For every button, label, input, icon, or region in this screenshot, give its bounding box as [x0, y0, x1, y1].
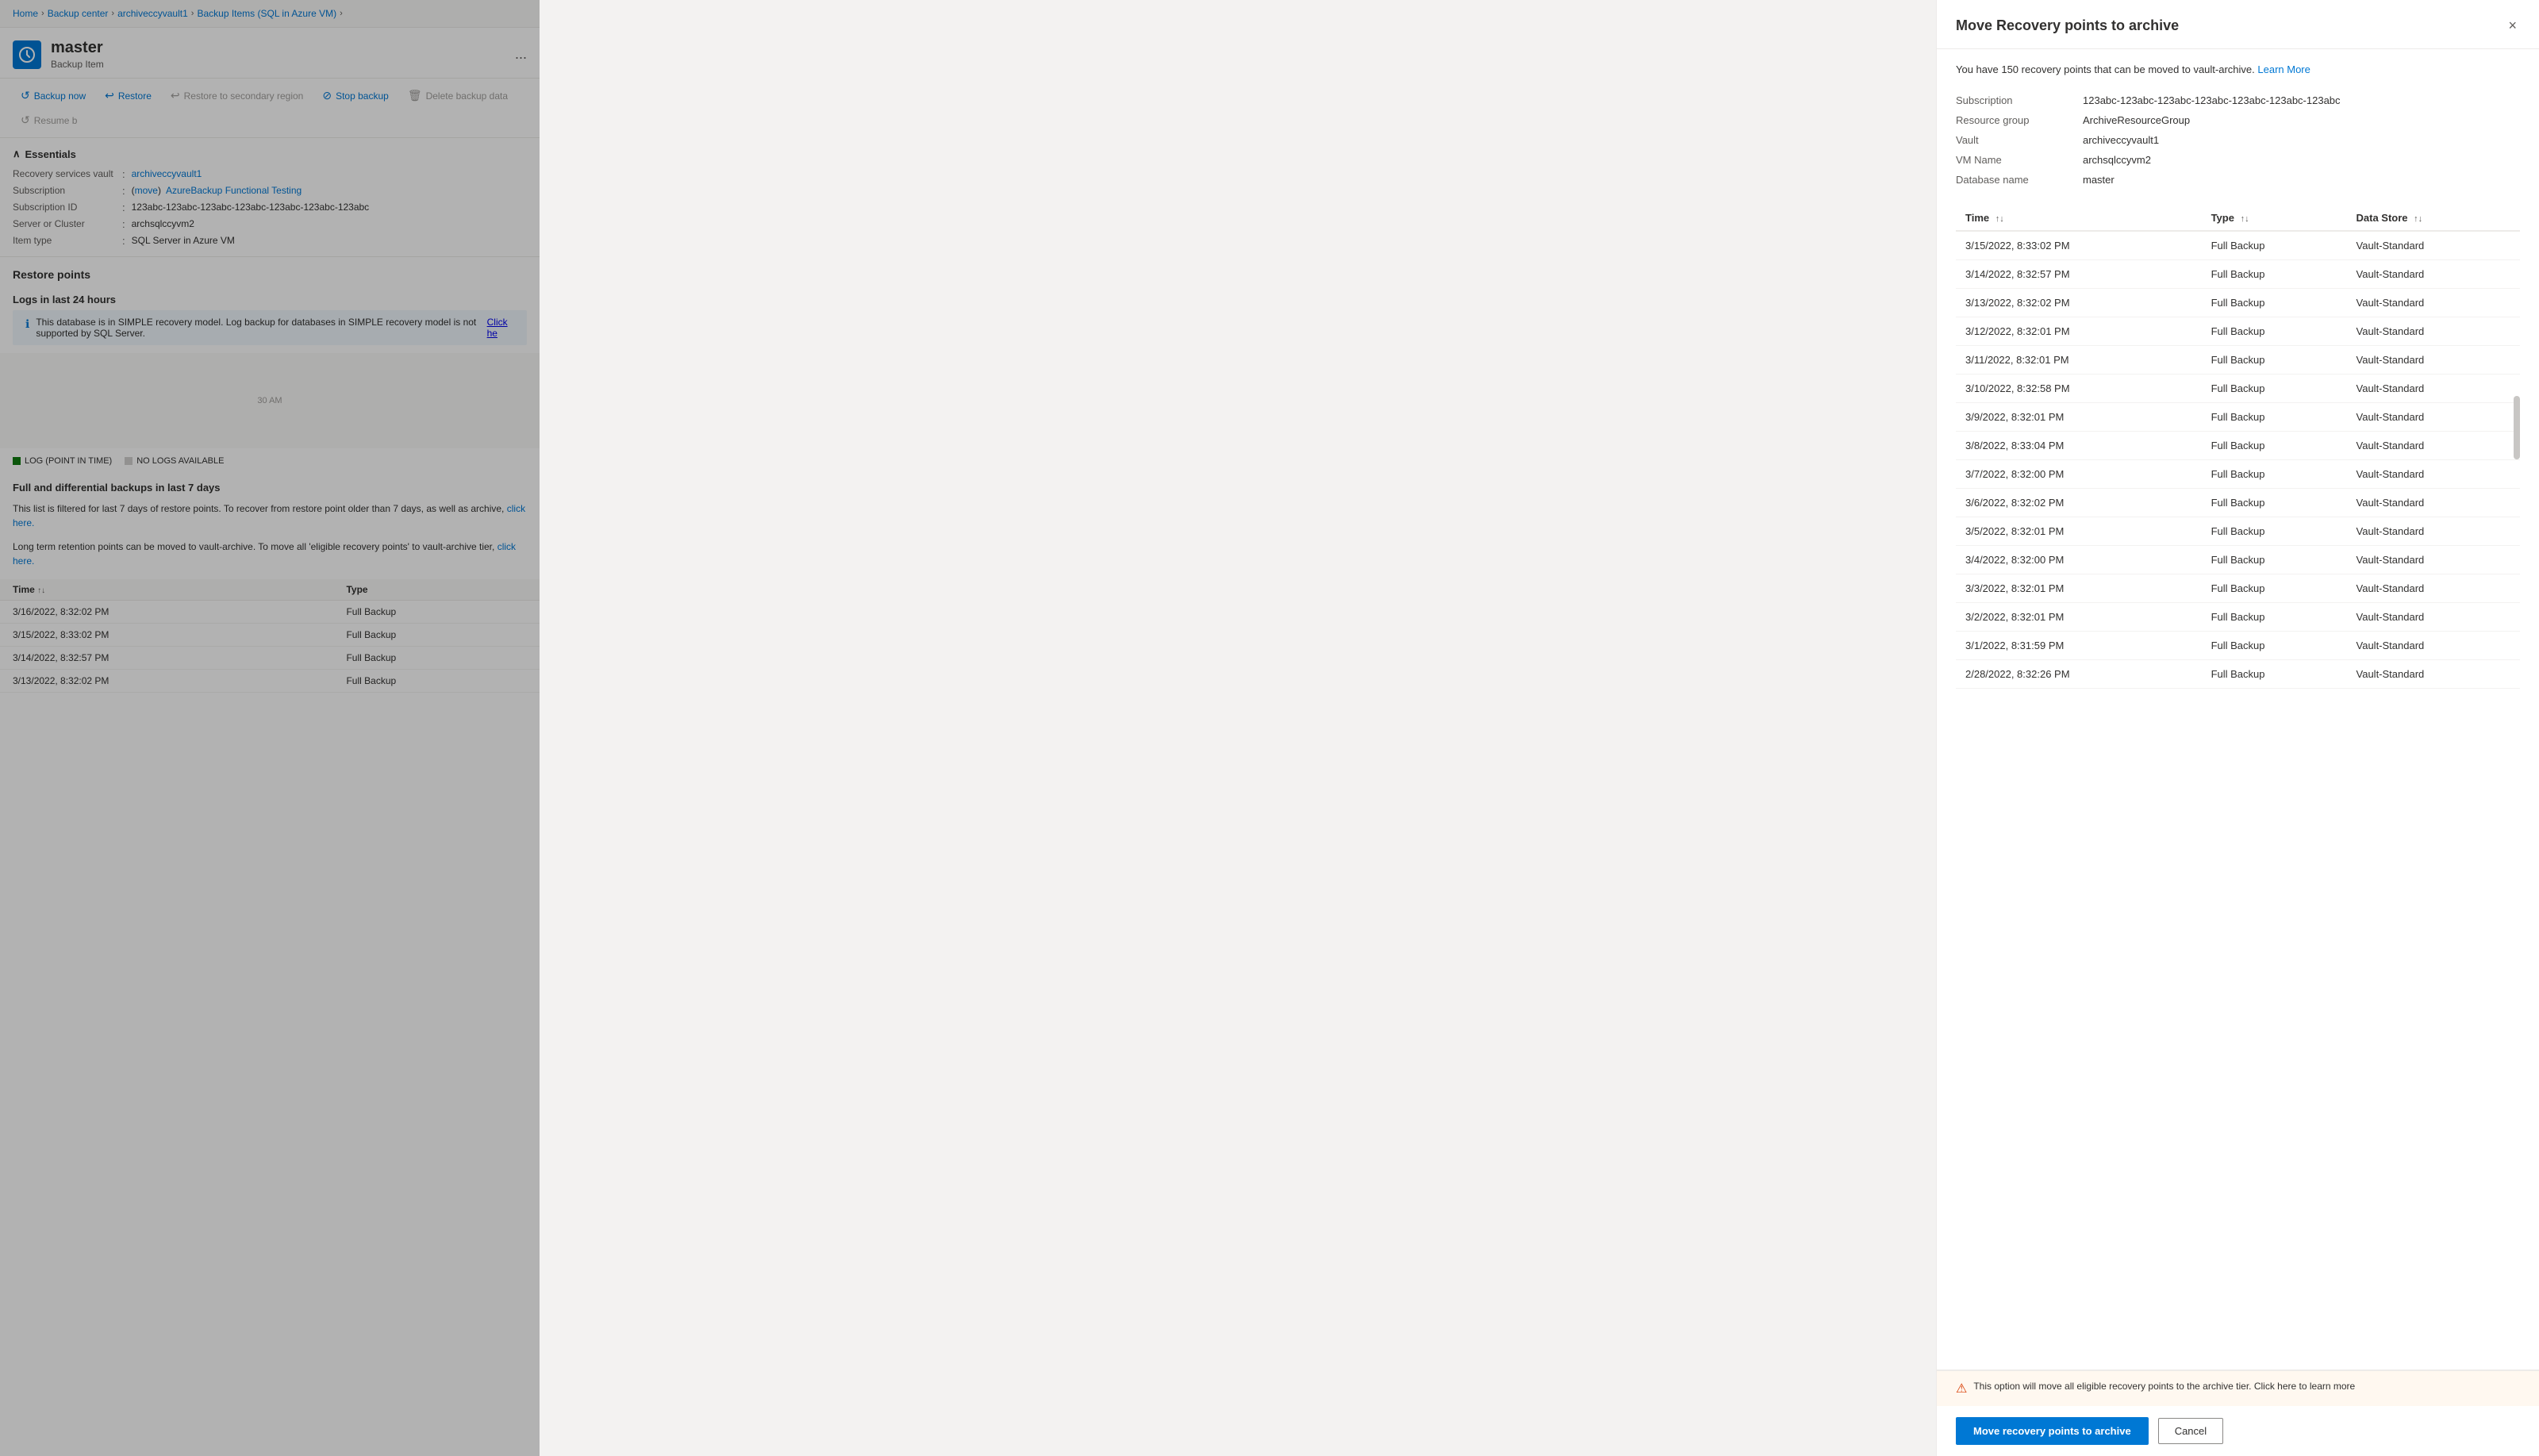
- modal-type-cell: Full Backup: [2202, 631, 2347, 659]
- modal-time-cell: 3/5/2022, 8:32:01 PM: [1956, 517, 2202, 545]
- scroll-indicator[interactable]: [2514, 396, 2520, 459]
- modal-time-cell: 3/8/2022, 8:33:04 PM: [1956, 431, 2202, 459]
- table-row: 3/12/2022, 8:32:01 PM Full Backup Vault-…: [1956, 317, 2520, 345]
- time-sort-arrows[interactable]: ↑↓: [1995, 214, 2004, 224]
- modal-description: You have 150 recovery points that can be…: [1956, 62, 2520, 78]
- modal-store-cell: Vault-Standard: [2347, 602, 2520, 631]
- table-row: 3/15/2022, 8:33:02 PM Full Backup Vault-…: [1956, 231, 2520, 260]
- modal-type-cell: Full Backup: [2202, 431, 2347, 459]
- modal-type-cell: Full Backup: [2202, 402, 2347, 431]
- modal-store-cell: Vault-Standard: [2347, 259, 2520, 288]
- info-row-vault: Vault archiveccyvault1: [1956, 130, 2520, 150]
- learn-more-link[interactable]: Learn More: [2257, 63, 2310, 75]
- modal-type-cell: Full Backup: [2202, 231, 2347, 260]
- modal-store-cell: Vault-Standard: [2347, 459, 2520, 488]
- modal-table-container: Time ↑↓ Type ↑↓ Data Store ↑↓: [1956, 206, 2520, 689]
- modal-type-cell: Full Backup: [2202, 345, 2347, 374]
- modal-store-cell: Vault-Standard: [2347, 659, 2520, 688]
- modal-time-cell: 3/7/2022, 8:32:00 PM: [1956, 459, 2202, 488]
- modal-type-cell: Full Backup: [2202, 374, 2347, 402]
- modal-info-grid: Subscription 123abc-123abc-123abc-123abc…: [1956, 90, 2520, 190]
- modal-header: Move Recovery points to archive ×: [1937, 0, 2539, 49]
- modal-store-cell: Vault-Standard: [2347, 402, 2520, 431]
- modal-type-cell: Full Backup: [2202, 545, 2347, 574]
- table-row: 2/28/2022, 8:32:26 PM Full Backup Vault-…: [1956, 659, 2520, 688]
- table-row: 3/5/2022, 8:32:01 PM Full Backup Vault-S…: [1956, 517, 2520, 545]
- modal-store-cell: Vault-Standard: [2347, 545, 2520, 574]
- modal-time-cell: 3/1/2022, 8:31:59 PM: [1956, 631, 2202, 659]
- modal-store-cell: Vault-Standard: [2347, 288, 2520, 317]
- modal-panel: Move Recovery points to archive × You ha…: [1936, 0, 2539, 1456]
- modal-store-cell: Vault-Standard: [2347, 631, 2520, 659]
- modal-store-cell: Vault-Standard: [2347, 317, 2520, 345]
- table-row: 3/1/2022, 8:31:59 PM Full Backup Vault-S…: [1956, 631, 2520, 659]
- warning-bar: ⚠ This option will move all eligible rec…: [1937, 1370, 2539, 1406]
- modal-time-cell: 3/12/2022, 8:32:01 PM: [1956, 317, 2202, 345]
- info-row-subscription: Subscription 123abc-123abc-123abc-123abc…: [1956, 90, 2520, 110]
- modal-time-cell: 3/13/2022, 8:32:02 PM: [1956, 288, 2202, 317]
- modal-table-body: 3/15/2022, 8:33:02 PM Full Backup Vault-…: [1956, 231, 2520, 689]
- table-row: 3/3/2022, 8:32:01 PM Full Backup Vault-S…: [1956, 574, 2520, 602]
- table-row: 3/13/2022, 8:32:02 PM Full Backup Vault-…: [1956, 288, 2520, 317]
- modal-type-cell: Full Backup: [2202, 459, 2347, 488]
- table-row: 3/4/2022, 8:32:00 PM Full Backup Vault-S…: [1956, 545, 2520, 574]
- table-row: 3/10/2022, 8:32:58 PM Full Backup Vault-…: [1956, 374, 2520, 402]
- modal-time-cell: 3/3/2022, 8:32:01 PM: [1956, 574, 2202, 602]
- warning-icon: ⚠: [1956, 1381, 1967, 1396]
- modal-time-cell: 3/4/2022, 8:32:00 PM: [1956, 545, 2202, 574]
- modal-type-cell: Full Backup: [2202, 574, 2347, 602]
- type-sort-arrows[interactable]: ↑↓: [2241, 214, 2249, 224]
- modal-time-cell: 2/28/2022, 8:32:26 PM: [1956, 659, 2202, 688]
- modal-time-cell: 3/14/2022, 8:32:57 PM: [1956, 259, 2202, 288]
- modal-type-cell: Full Backup: [2202, 659, 2347, 688]
- modal-store-cell: Vault-Standard: [2347, 517, 2520, 545]
- modal-store-cell: Vault-Standard: [2347, 374, 2520, 402]
- modal-store-cell: Vault-Standard: [2347, 431, 2520, 459]
- table-row: 3/7/2022, 8:32:00 PM Full Backup Vault-S…: [1956, 459, 2520, 488]
- info-row-rg: Resource group ArchiveResourceGroup: [1956, 110, 2520, 130]
- modal-time-cell: 3/11/2022, 8:32:01 PM: [1956, 345, 2202, 374]
- modal-type-cell: Full Backup: [2202, 317, 2347, 345]
- modal-store-cell: Vault-Standard: [2347, 345, 2520, 374]
- table-row: 3/9/2022, 8:32:01 PM Full Backup Vault-S…: [1956, 402, 2520, 431]
- modal-store-cell: Vault-Standard: [2347, 488, 2520, 517]
- modal-col-type: Type ↑↓: [2202, 206, 2347, 231]
- table-row: 3/2/2022, 8:32:01 PM Full Backup Vault-S…: [1956, 602, 2520, 631]
- store-sort-arrows[interactable]: ↑↓: [2414, 214, 2422, 224]
- modal-type-cell: Full Backup: [2202, 488, 2347, 517]
- modal-type-cell: Full Backup: [2202, 259, 2347, 288]
- modal-store-cell: Vault-Standard: [2347, 231, 2520, 260]
- modal-type-cell: Full Backup: [2202, 517, 2347, 545]
- modal-overlay: [0, 0, 540, 1456]
- table-row: 3/11/2022, 8:32:01 PM Full Backup Vault-…: [1956, 345, 2520, 374]
- modal-col-datastore: Data Store ↑↓: [2347, 206, 2520, 231]
- footer-actions: Move recovery points to archive Cancel: [1937, 1406, 2539, 1456]
- modal-close-button[interactable]: ×: [2505, 14, 2520, 37]
- modal-time-cell: 3/9/2022, 8:32:01 PM: [1956, 402, 2202, 431]
- table-row: 3/6/2022, 8:32:02 PM Full Backup Vault-S…: [1956, 488, 2520, 517]
- modal-time-cell: 3/15/2022, 8:33:02 PM: [1956, 231, 2202, 260]
- modal-store-cell: Vault-Standard: [2347, 574, 2520, 602]
- warning-text: This option will move all eligible recov…: [1973, 1381, 2355, 1392]
- info-row-db-name: Database name master: [1956, 170, 2520, 190]
- modal-title: Move Recovery points to archive: [1956, 17, 2179, 34]
- move-recovery-points-button[interactable]: Move recovery points to archive: [1956, 1417, 2149, 1445]
- modal-footer: ⚠ This option will move all eligible rec…: [1937, 1370, 2539, 1456]
- modal-time-cell: 3/6/2022, 8:32:02 PM: [1956, 488, 2202, 517]
- table-row: 3/14/2022, 8:32:57 PM Full Backup Vault-…: [1956, 259, 2520, 288]
- modal-type-cell: Full Backup: [2202, 602, 2347, 631]
- modal-time-cell: 3/10/2022, 8:32:58 PM: [1956, 374, 2202, 402]
- modal-type-cell: Full Backup: [2202, 288, 2347, 317]
- cancel-button[interactable]: Cancel: [2158, 1418, 2223, 1444]
- modal-col-time: Time ↑↓: [1956, 206, 2202, 231]
- table-row: 3/8/2022, 8:33:04 PM Full Backup Vault-S…: [1956, 431, 2520, 459]
- info-row-vm-name: VM Name archsqlccyvm2: [1956, 150, 2520, 170]
- modal-table: Time ↑↓ Type ↑↓ Data Store ↑↓: [1956, 206, 2520, 689]
- modal-body[interactable]: You have 150 recovery points that can be…: [1937, 49, 2539, 1370]
- modal-time-cell: 3/2/2022, 8:32:01 PM: [1956, 602, 2202, 631]
